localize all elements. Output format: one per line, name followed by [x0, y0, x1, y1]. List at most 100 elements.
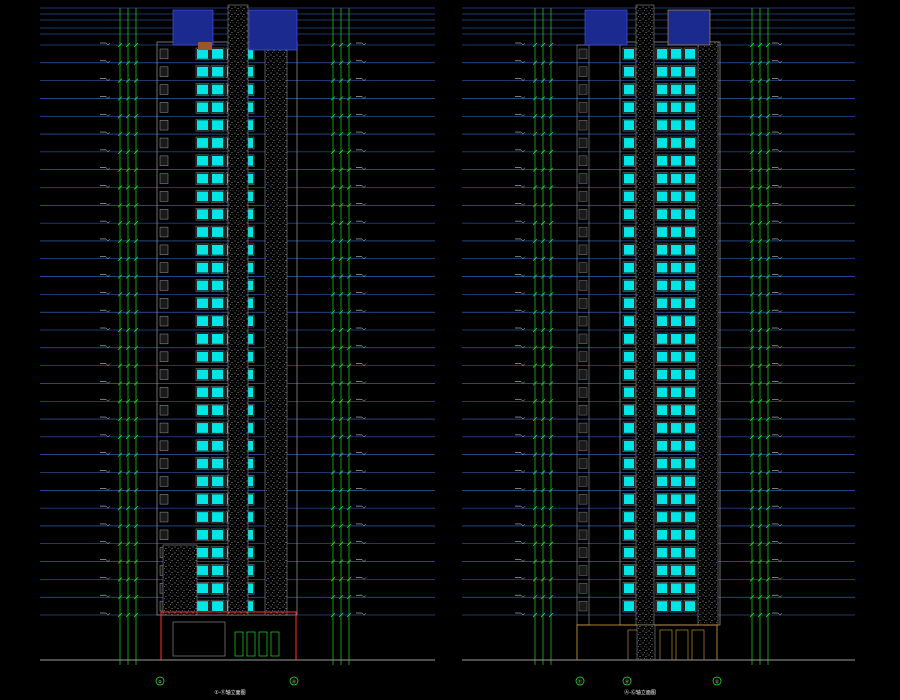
left-window-bay-glass: [202, 49, 208, 59]
left-window-bay-glass: [197, 244, 203, 255]
left-window-bay-glass: [247, 494, 253, 505]
right-window-bay-glass: [662, 138, 667, 148]
left-window-bay-glass: [217, 494, 223, 505]
right-window-bay-glass: [685, 173, 690, 184]
right-window-bay-glass: [629, 476, 634, 487]
left-window-bay-glass: [217, 262, 223, 273]
right-window-bay-glass: [685, 387, 690, 398]
left-podium-door: [258, 631, 268, 657]
right-window-bay-glass: [676, 66, 681, 77]
left-side-window: [159, 511, 169, 523]
right-window-bay-glass: [624, 601, 629, 611]
right-side-window: [578, 494, 588, 505]
right-window-bay-glass: [662, 494, 667, 505]
right-side-window: [578, 137, 588, 149]
right-side-window: [578, 405, 588, 416]
right-window-bay-glass: [671, 494, 676, 505]
left-window-bay-glass: [202, 565, 208, 576]
right-window-bay-glass: [685, 155, 690, 166]
right-window-bay-glass: [690, 227, 695, 237]
left-window-bay-glass: [247, 191, 253, 202]
left-side-window: [159, 440, 169, 451]
left-window-bay-glass: [212, 405, 218, 416]
right-window-bay-glass: [690, 155, 695, 166]
left-window-bay-glass: [197, 209, 203, 220]
right-window-bay-glass: [624, 209, 629, 220]
left-window-bay-glass: [212, 423, 218, 433]
right-window-bay-glass: [676, 280, 681, 291]
left-window-bay-glass: [247, 476, 253, 487]
right-window-bay-glass: [690, 369, 695, 380]
left-axis-bubble-2: ⑪: [289, 676, 299, 686]
right-window-bay-glass: [624, 387, 629, 398]
left-window-bay-glass: [212, 173, 218, 184]
right-window-bay-glass: [624, 120, 629, 131]
left-window-bay-glass: [247, 565, 253, 576]
left-window-bay-glass: [217, 405, 223, 416]
right-window-bay-glass: [657, 369, 662, 380]
right-window-bay-glass: [690, 405, 695, 416]
left-window-bay-glass: [217, 423, 223, 433]
right-window-bay-glass: [671, 262, 676, 273]
right-window-bay-glass: [690, 494, 695, 505]
left-window-bay-glass: [202, 529, 208, 540]
right-window-bay-glass: [624, 529, 629, 540]
left-window-bay-glass: [217, 66, 223, 77]
left-window-bay-glass: [197, 405, 203, 416]
left-window-bay-glass: [197, 102, 203, 113]
right-window-bay-glass: [685, 84, 690, 95]
right-window-bay-glass: [629, 440, 634, 451]
left-window-bay-glass: [197, 120, 203, 131]
left-window-bay-glass: [247, 440, 253, 451]
right-window-bay-glass: [662, 298, 667, 309]
left-stone-strip: [264, 41, 288, 616]
right-window-bay-glass: [657, 458, 662, 469]
left-window-bay-glass: [197, 565, 203, 576]
right-window-bay-glass: [662, 423, 667, 433]
right-window-bay-glass: [629, 173, 634, 184]
left-window-bay-glass: [247, 138, 253, 148]
right-window-bay-glass: [676, 529, 681, 540]
left-stone-base: [162, 544, 198, 616]
right-window-bay-glass: [657, 565, 662, 576]
left-window-bay-glass: [212, 49, 218, 59]
right-window-bay-glass: [657, 316, 662, 326]
right-window-bay-glass: [671, 405, 676, 416]
right-window-bay-glass: [624, 512, 629, 522]
left-window-bay-glass: [217, 191, 223, 202]
left-window-bay-glass: [202, 298, 208, 309]
right-window-bay-glass: [685, 458, 690, 469]
right-window-bay-glass: [671, 84, 676, 95]
right-window-bay-glass: [657, 191, 662, 202]
right-window-bay-glass: [662, 565, 667, 576]
right-window-bay-glass: [624, 334, 629, 344]
left-window-bay-glass: [217, 155, 223, 166]
right-window-bay-glass: [671, 244, 676, 255]
right-axis-bubble-1: Ⓕ: [575, 676, 585, 686]
left-side-window: [159, 298, 169, 309]
right-window-bay-glass: [671, 351, 676, 362]
right-window-bay-glass: [690, 66, 695, 77]
left-side-window: [159, 476, 169, 487]
right-window-bay-glass: [685, 280, 690, 291]
right-window-bay-glass: [690, 280, 695, 291]
right-window-bay-glass: [676, 262, 681, 273]
left-window-bay-glass: [247, 244, 253, 255]
right-window-bay-glass: [690, 120, 695, 131]
left-side-window: [159, 529, 169, 540]
right-window-bay-glass: [676, 601, 681, 611]
right-window-bay-glass: [662, 49, 667, 59]
left-window-bay-glass: [217, 120, 223, 131]
left-window-bay-glass: [202, 280, 208, 291]
right-window-bay-glass: [629, 458, 634, 469]
left-window-bay-glass: [202, 209, 208, 220]
left-window-bay-glass: [217, 565, 223, 576]
left-window-bay-glass: [197, 316, 203, 326]
right-side-window: [578, 422, 588, 434]
left-window-bay-glass: [247, 66, 253, 77]
right-window-bay-glass: [624, 280, 629, 291]
left-window-bay-glass: [212, 351, 218, 362]
left-window-bay-glass: [217, 49, 223, 59]
right-window-bay-glass: [662, 191, 667, 202]
right-window-bay-glass: [662, 369, 667, 380]
